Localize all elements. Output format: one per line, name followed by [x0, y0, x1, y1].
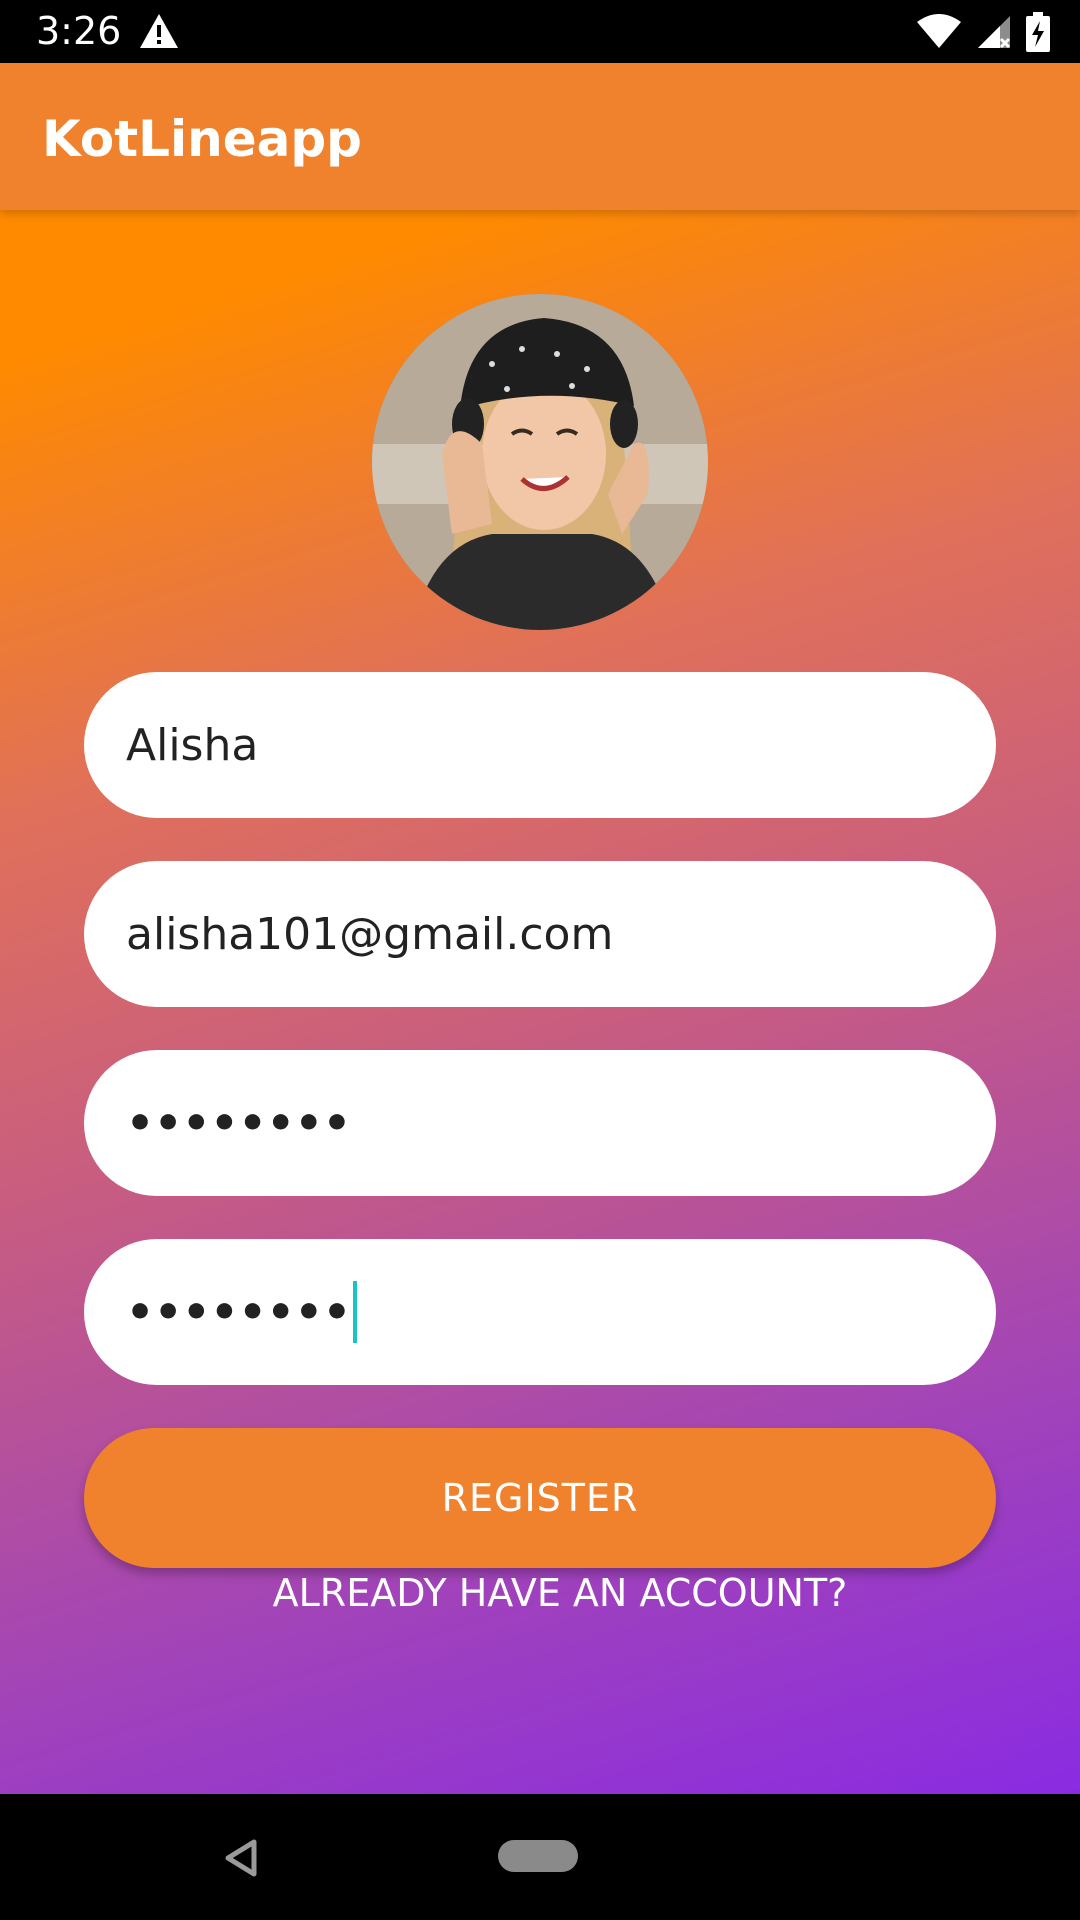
status-icons	[916, 10, 1050, 54]
register-button[interactable]: REGISTER	[84, 1428, 996, 1568]
battery-charging-icon	[1026, 12, 1050, 52]
register-screen: Alisha alisha101@gmail.com •••••••• ••••…	[0, 210, 1080, 1794]
name-field[interactable]: Alisha	[84, 672, 996, 818]
register-button-label: REGISTER	[441, 1476, 639, 1520]
signal-no-data-icon	[978, 16, 1011, 49]
confirm-password-field[interactable]: ••••••••	[84, 1239, 996, 1385]
profile-avatar[interactable]	[372, 294, 708, 630]
status-bar: 3:26	[0, 0, 1080, 63]
confirm-password-input-text: ••••••••	[126, 1286, 351, 1338]
login-link[interactable]: ALREADY HAVE AN ACCOUNT?	[0, 1570, 1080, 1616]
app-bar: KotLineapp	[0, 63, 1080, 210]
email-input-text: alisha101@gmail.com	[126, 908, 614, 960]
email-field[interactable]: alisha101@gmail.com	[84, 861, 996, 1007]
wifi-icon	[917, 14, 961, 48]
navigation-bar	[0, 1794, 1080, 1920]
password-field[interactable]: ••••••••	[84, 1050, 996, 1196]
name-input-text: Alisha	[126, 719, 259, 771]
home-pill-icon[interactable]	[498, 1840, 578, 1872]
password-input-text: ••••••••	[126, 1097, 351, 1149]
warning-icon	[140, 14, 178, 48]
app-title: KotLineapp	[42, 110, 362, 168]
avatar-photo	[372, 294, 708, 630]
status-time: 3:26	[36, 9, 122, 53]
back-icon[interactable]	[222, 1838, 258, 1878]
text-cursor	[352, 1281, 357, 1343]
